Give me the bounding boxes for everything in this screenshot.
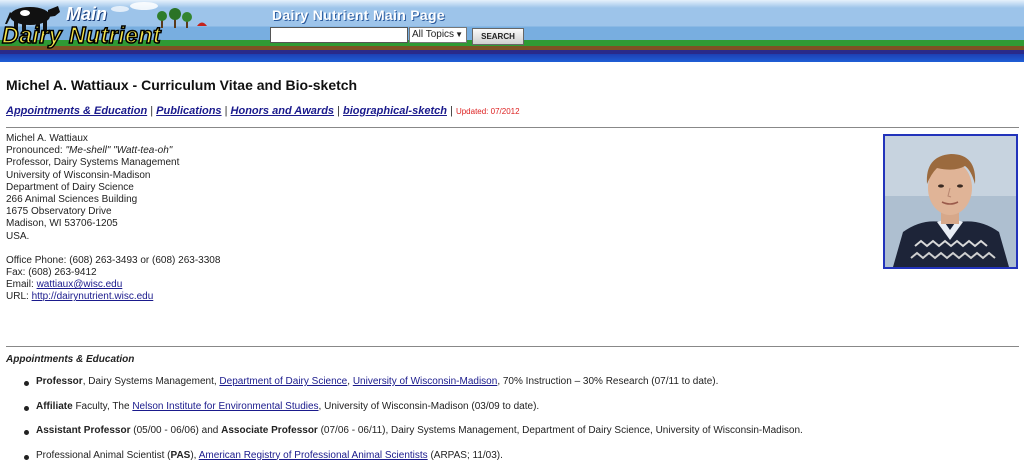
bullet-icon: [24, 430, 29, 435]
arpas-link[interactable]: American Registry of Professional Animal…: [199, 450, 428, 461]
appointments-list: Professor, Dairy Systems Management, Dep…: [24, 376, 803, 474]
search-button[interactable]: SEARCH: [472, 28, 524, 45]
dept-dairy-science-link[interactable]: Department of Dairy Science: [219, 376, 347, 387]
topic-select[interactable]: All Topics ▼: [409, 27, 467, 43]
nav-separator: |: [450, 105, 453, 117]
contact-phone: Office Phone: (608) 263-3493 or (608) 26…: [6, 255, 220, 267]
main-page-link[interactable]: Dairy Nutrient Main Page: [272, 7, 445, 23]
appointment-text: Professional Animal Scientist (: [36, 450, 171, 461]
contact-url-row: URL: http://dairynutrient.wisc.edu: [6, 291, 220, 303]
contact-street: 1675 Observatory Drive: [6, 206, 220, 218]
appointment-role: PAS: [171, 450, 191, 461]
contact-university: University of Wisconsin-Madison: [6, 170, 220, 182]
logo-site-name[interactable]: Dairy Nutrient: [2, 22, 161, 49]
bullet-icon: [24, 381, 29, 386]
contact-department: Department of Dairy Science: [6, 182, 220, 194]
list-item: Professor, Dairy Systems Management, Dep…: [24, 376, 803, 401]
url-label: URL:: [6, 291, 32, 302]
topic-select-value: All Topics: [412, 29, 454, 40]
nelson-institute-link[interactable]: Nelson Institute for Environmental Studi…: [132, 401, 318, 412]
appointment-text: , Dairy Systems Management,: [83, 376, 220, 387]
portrait-photo: [883, 134, 1018, 269]
appointment-role: Affiliate: [36, 401, 73, 412]
pronounced-value: "Me-shell" "Watt-tea-oh": [66, 145, 173, 156]
bullet-icon: [24, 455, 29, 460]
contact-email-row: Email: wattiaux@wisc.edu: [6, 279, 220, 291]
section-nav: Appointments & Education | Publications …: [6, 105, 520, 117]
contact-country: USA.: [6, 231, 220, 243]
nav-separator: |: [150, 105, 153, 117]
portrait-image: [885, 136, 1016, 267]
email-label: Email:: [6, 279, 37, 290]
url-link[interactable]: http://dairynutrient.wisc.edu: [32, 291, 154, 302]
contact-fax: Fax: (608) 263-9412: [6, 267, 220, 279]
appointment-text: Faculty, The: [73, 401, 133, 412]
nav-link-honors[interactable]: Honors and Awards: [231, 105, 335, 117]
nav-separator: |: [337, 105, 340, 117]
section-heading-appointments: Appointments & Education: [6, 354, 134, 365]
bullet-icon: [24, 406, 29, 411]
appointment-role: Professor: [36, 376, 83, 387]
chevron-down-icon: ▼: [455, 30, 463, 39]
list-item: Affiliate Faculty, The Nelson Institute …: [24, 401, 803, 426]
appointment-text: , 70% Instruction – 30% Research (07/11 …: [497, 376, 718, 387]
contact-block: Michel A. Wattiaux Pronounced: "Me-shell…: [6, 133, 220, 304]
list-item: Professional Animal Scientist (PAS), Ame…: [24, 450, 803, 474]
divider: [6, 127, 1019, 128]
appointment-text: (07/06 - 06/11), Dairy Systems Managemen…: [318, 425, 803, 436]
contact-name: Michel A. Wattiaux: [6, 133, 220, 145]
list-item: Assistant Professor (05/00 - 06/06) and …: [24, 425, 803, 450]
nav-separator: |: [225, 105, 228, 117]
appointment-text: ),: [190, 450, 198, 461]
email-link[interactable]: wattiaux@wisc.edu: [37, 279, 123, 290]
appointment-text: (ARPAS; 11/03).: [428, 450, 503, 461]
appointment-text: (05/00 - 06/06) and: [130, 425, 221, 436]
banner-base: [0, 54, 1024, 62]
pronounced-label: Pronounced:: [6, 145, 66, 156]
appointment-role: Associate Professor: [221, 425, 318, 436]
page-title: Michel A. Wattiaux - Curriculum Vitae an…: [6, 77, 357, 93]
contact-building: 266 Animal Sciences Building: [6, 194, 220, 206]
appointment-text: , University of Wisconsin-Madison (03/09…: [319, 401, 540, 412]
site-banner: Main Dairy Nutrient Dairy Nutrient Main …: [0, 0, 1024, 62]
contact-pronunciation: Pronounced: "Me-shell" "Watt-tea-oh": [6, 145, 220, 157]
appointment-role: Assistant Professor: [36, 425, 130, 436]
updated-date: Updated: 07/2012: [456, 107, 520, 116]
nav-link-bio-sketch[interactable]: biographical-sketch: [343, 105, 447, 117]
nav-link-appointments[interactable]: Appointments & Education: [6, 105, 147, 117]
nav-link-publications[interactable]: Publications: [156, 105, 221, 117]
contact-title: Professor, Dairy Systems Management: [6, 157, 220, 169]
search-input[interactable]: [270, 27, 408, 43]
uw-madison-link[interactable]: University of Wisconsin-Madison: [353, 376, 498, 387]
contact-city: Madison, WI 53706-1205: [6, 218, 220, 230]
divider: [6, 346, 1019, 347]
